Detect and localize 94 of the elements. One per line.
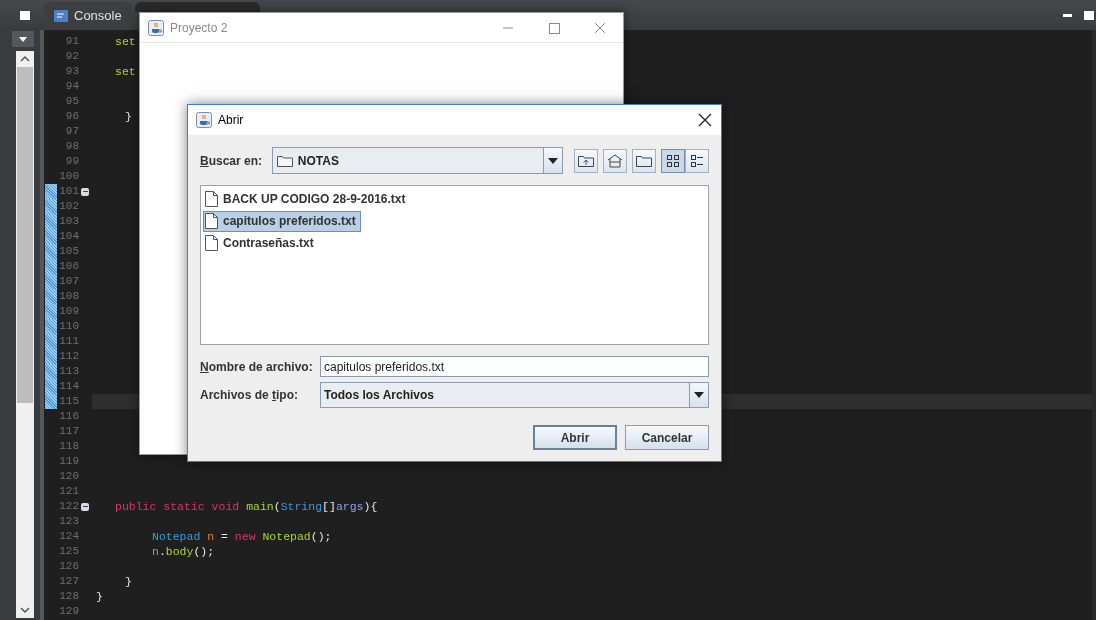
dialog-title: Abrir bbox=[218, 112, 244, 129]
file-name-field[interactable]: capitulos preferidos.txt bbox=[320, 356, 709, 377]
line-number: 93 bbox=[64, 64, 79, 79]
line-number: 126 bbox=[58, 559, 79, 574]
line-number: 113 bbox=[58, 364, 79, 379]
code-line: } bbox=[124, 574, 132, 589]
line-number: 110 bbox=[58, 319, 79, 334]
code-line: public static void main(String[]args){ bbox=[114, 499, 378, 514]
line-number: 106 bbox=[58, 259, 79, 274]
window-title: Proyecto 2 bbox=[170, 19, 228, 37]
line-number: 112 bbox=[58, 349, 79, 364]
code-line: } bbox=[124, 109, 132, 124]
dropdown-button[interactable] bbox=[12, 31, 34, 47]
caret-down-icon bbox=[694, 392, 704, 398]
minimize-icon[interactable] bbox=[1063, 13, 1072, 17]
line-number: 102 bbox=[58, 199, 79, 214]
up-folder-button[interactable] bbox=[574, 148, 598, 173]
line-number: 128 bbox=[58, 589, 79, 604]
file-item[interactable]: capitulos preferidos.txt bbox=[203, 210, 361, 232]
line-number: 92 bbox=[64, 49, 79, 64]
code-line: set bbox=[114, 34, 136, 49]
line-number: 121 bbox=[58, 484, 79, 499]
file-icon bbox=[205, 213, 218, 229]
file-name-label: Nombre de archivo: bbox=[200, 358, 314, 376]
console-icon bbox=[54, 10, 68, 22]
fold-icon[interactable] bbox=[81, 502, 89, 511]
scrollbar[interactable] bbox=[16, 51, 34, 618]
line-number: 100 bbox=[58, 169, 79, 184]
line-number: 124 bbox=[58, 529, 79, 544]
open-button[interactable]: Abrir bbox=[533, 425, 617, 450]
list-icon bbox=[690, 153, 704, 168]
java-cup-icon bbox=[148, 19, 164, 36]
tab-label: Console bbox=[74, 7, 122, 26]
line-number: 91 bbox=[64, 34, 79, 49]
line-number: 120 bbox=[58, 469, 79, 484]
file-icon bbox=[205, 191, 218, 207]
home-icon bbox=[607, 153, 623, 168]
line-number: 119 bbox=[58, 454, 79, 469]
line-number: 107 bbox=[58, 274, 79, 289]
line-number: 108 bbox=[58, 289, 79, 304]
line-number: 105 bbox=[58, 244, 79, 259]
fold-icon[interactable] bbox=[81, 187, 89, 196]
code-line: } bbox=[96, 589, 103, 604]
scrollbar-thumb[interactable] bbox=[17, 67, 33, 403]
file-icon bbox=[205, 235, 218, 251]
caret-down-icon bbox=[19, 36, 27, 42]
code-line: Notepad n = new Notepad(); bbox=[151, 529, 332, 544]
line-number: 104 bbox=[58, 229, 79, 244]
file-type-dropdown[interactable]: Todos los Archivos bbox=[320, 382, 709, 408]
line-number: 111 bbox=[58, 334, 79, 349]
dropdown-arrow-button[interactable] bbox=[543, 148, 562, 173]
line-number: 114 bbox=[58, 379, 79, 394]
code-line: n.body(); bbox=[151, 544, 215, 559]
list-view-button[interactable] bbox=[661, 148, 685, 173]
code-line: set bbox=[114, 64, 136, 79]
line-number: 127 bbox=[58, 574, 79, 589]
folder-icon bbox=[276, 154, 293, 167]
new-folder-button[interactable] bbox=[632, 148, 656, 173]
line-number: 122 bbox=[58, 499, 79, 514]
maximize-icon[interactable] bbox=[20, 10, 30, 20]
line-number: 109 bbox=[58, 304, 79, 319]
grid-icon bbox=[666, 153, 680, 168]
line-number: 125 bbox=[58, 544, 79, 559]
line-number: 97 bbox=[64, 124, 79, 139]
line-number: 103 bbox=[58, 214, 79, 229]
line-number: 118 bbox=[58, 439, 79, 454]
look-in-dropdown[interactable]: NOTAS bbox=[271, 147, 563, 174]
file-item[interactable]: BACK UP CODIGO 28-9-2016.txt bbox=[203, 188, 411, 210]
look-in-value: NOTAS bbox=[297, 152, 340, 170]
line-number: 129 bbox=[58, 604, 79, 619]
file-type-value: Todos los Archivos bbox=[324, 387, 435, 404]
file-item[interactable]: Contraseñas.txt bbox=[203, 232, 319, 254]
home-button[interactable] bbox=[603, 148, 627, 173]
java-cup-icon bbox=[196, 112, 212, 128]
details-view-button[interactable] bbox=[685, 148, 709, 173]
line-number: 96 bbox=[64, 109, 79, 124]
cancel-button[interactable]: Cancelar bbox=[625, 425, 709, 450]
line-number: 94 bbox=[64, 79, 79, 94]
line-number: 101 bbox=[58, 184, 79, 199]
line-number: 95 bbox=[64, 94, 79, 109]
line-number: 116 bbox=[58, 409, 79, 424]
dropdown-arrow-button[interactable] bbox=[689, 383, 708, 407]
folder-icon bbox=[636, 154, 652, 167]
folder-up-icon bbox=[578, 154, 594, 167]
line-number: 99 bbox=[64, 154, 79, 169]
line-number: 123 bbox=[58, 514, 79, 529]
line-number: 117 bbox=[58, 424, 79, 439]
file-type-label: Archivos de tipo: bbox=[200, 387, 300, 404]
line-number: 115 bbox=[58, 394, 79, 409]
line-number: 98 bbox=[64, 139, 79, 154]
look-in-label: Buscar en: bbox=[200, 152, 264, 170]
maximize-icon[interactable] bbox=[1084, 10, 1094, 20]
caret-down-icon bbox=[548, 157, 558, 164]
close-icon[interactable] bbox=[698, 113, 712, 127]
